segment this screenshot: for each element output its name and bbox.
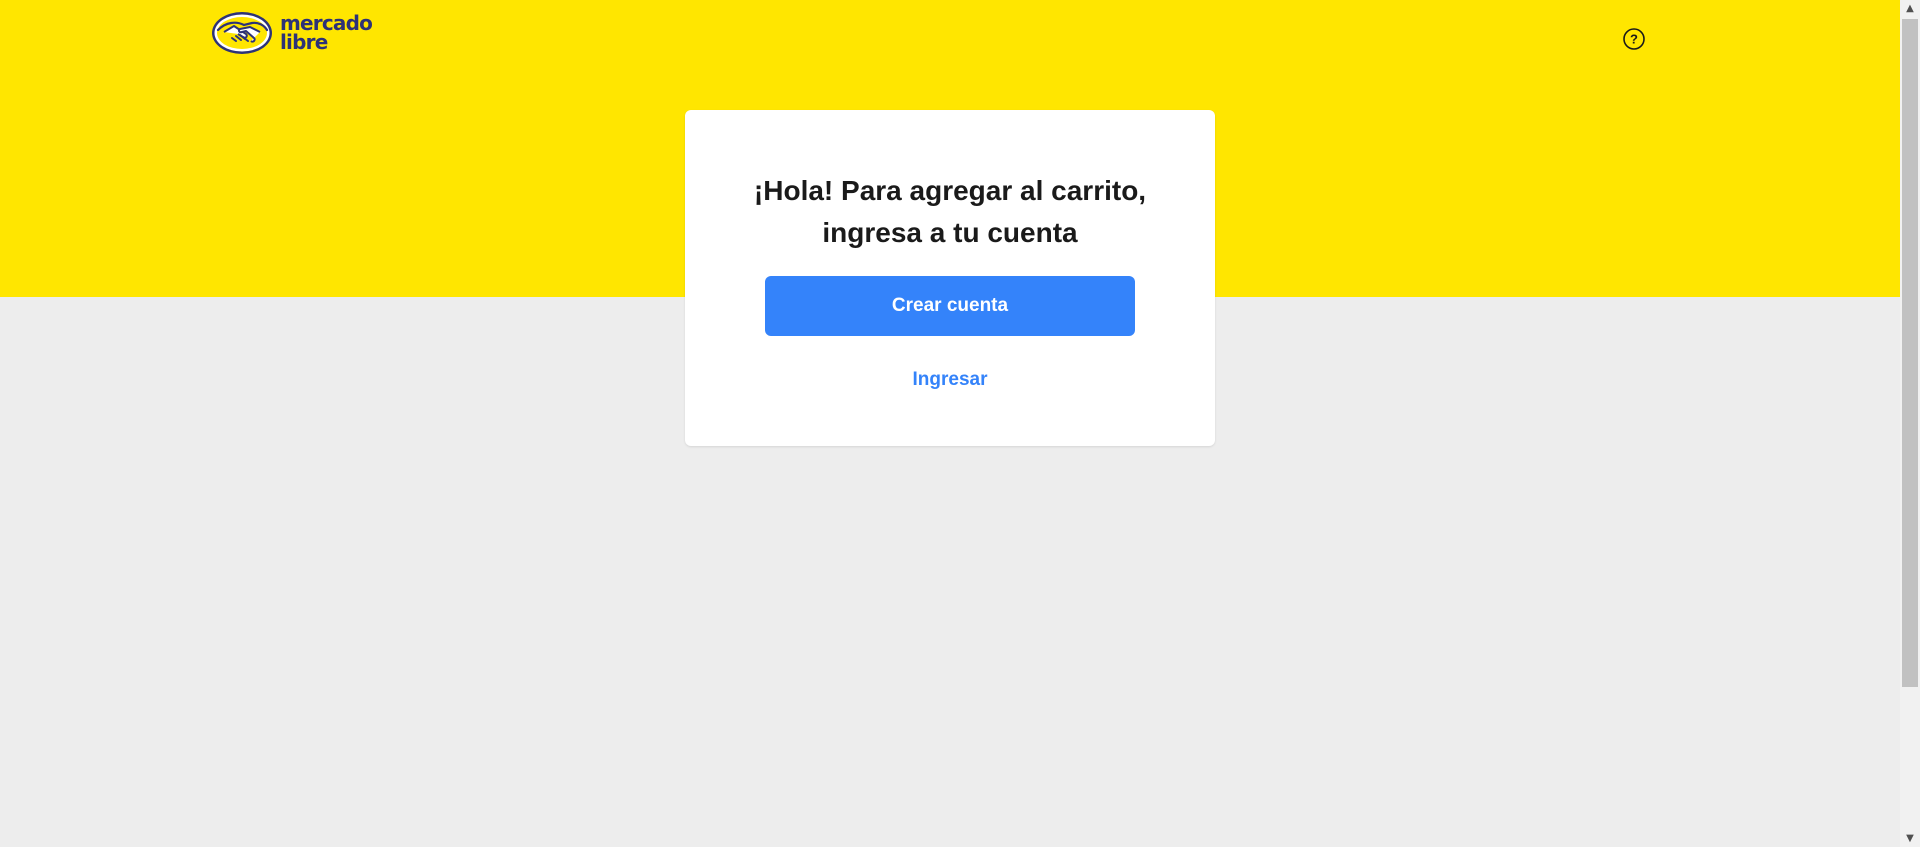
logo-wordmark: mercado libre <box>280 13 373 54</box>
login-prompt-card: ¡Hola! Para agregar al carrito, ingresa … <box>685 110 1215 446</box>
page: mercado libre ? ¡Hola! Para agregar al c… <box>0 0 1920 847</box>
scroll-thumb[interactable] <box>1902 19 1918 687</box>
help-symbol: ? <box>1630 32 1638 47</box>
login-button[interactable]: Ingresar <box>765 360 1135 400</box>
logo-wordmark-line2: libre <box>280 30 328 54</box>
handshake-logo-icon <box>210 10 274 56</box>
scroll-down-arrow-icon[interactable]: ▼ <box>1900 830 1920 847</box>
create-account-button[interactable]: Crear cuenta <box>765 276 1135 336</box>
card-title: ¡Hola! Para agregar al carrito, ingresa … <box>753 175 1147 248</box>
scroll-up-arrow-icon[interactable]: ▲ <box>1900 0 1920 17</box>
question-circle-icon[interactable]: ? <box>1622 27 1646 51</box>
mercado-libre-logo[interactable]: mercado libre <box>210 8 382 58</box>
vertical-scrollbar[interactable]: ▲ ▼ <box>1900 0 1920 847</box>
